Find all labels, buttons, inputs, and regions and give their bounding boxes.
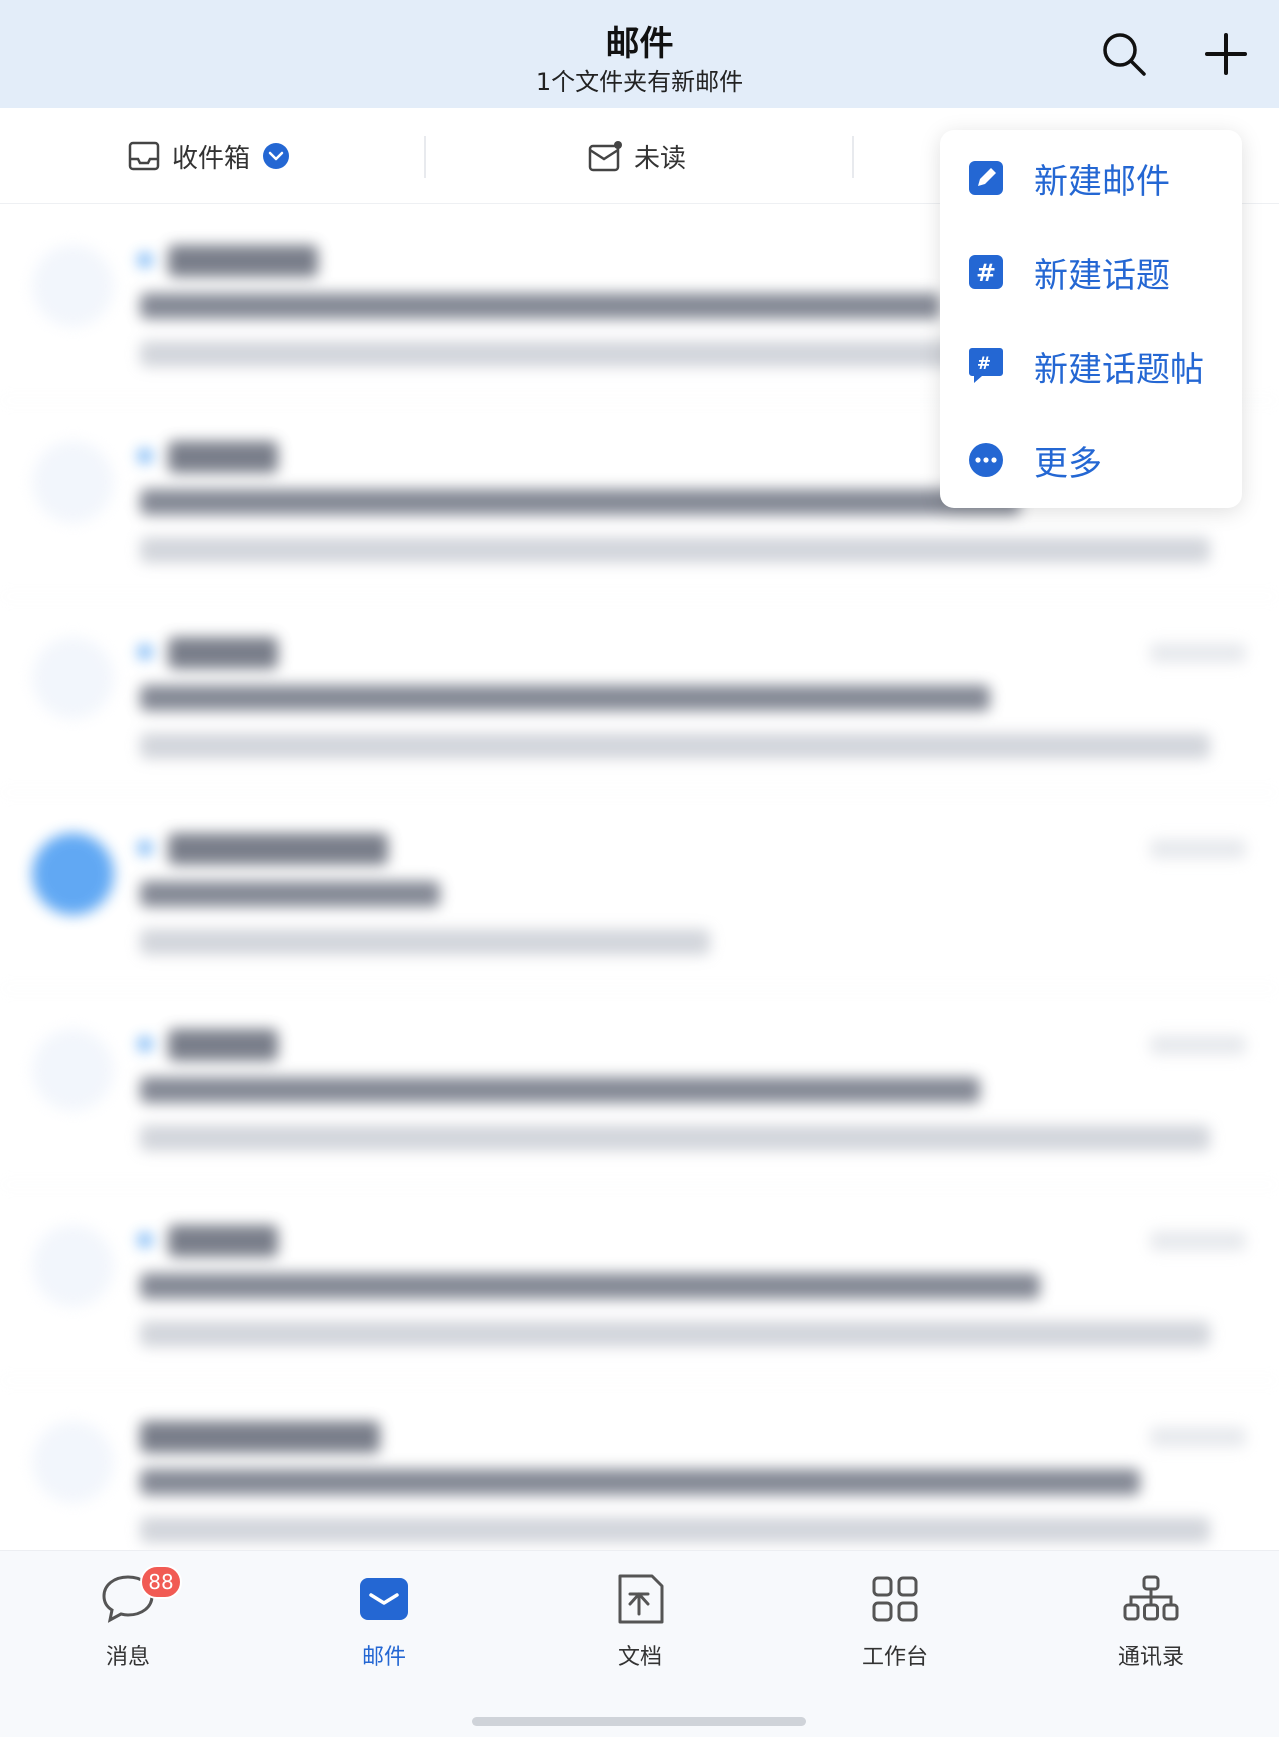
avatar xyxy=(32,833,114,915)
mail-preview xyxy=(140,1125,1210,1151)
mail-preview xyxy=(140,1517,1210,1543)
list-item[interactable] xyxy=(0,793,1279,989)
plus-icon xyxy=(1205,33,1247,75)
tab-label: 消息 xyxy=(105,1645,150,1670)
unread-badge: 88 xyxy=(140,1565,182,1599)
menu-item-new-topic-post[interactable]: # 新建话题帖 xyxy=(940,326,1242,406)
mail-subject xyxy=(140,881,440,907)
mail-preview xyxy=(140,537,1210,563)
svg-text:#: # xyxy=(977,354,991,374)
unread-dot xyxy=(138,645,152,659)
more-icon xyxy=(968,442,1004,478)
avatar xyxy=(32,1029,114,1111)
mail-preview xyxy=(140,733,1210,759)
unread-dot xyxy=(138,1037,152,1051)
tab-label: 通讯录 xyxy=(1117,1645,1184,1670)
mail-time xyxy=(1150,1427,1246,1447)
avatar xyxy=(32,441,114,523)
tab-workbench[interactable]: 工作台 xyxy=(830,1571,960,1681)
tab-label: 邮件 xyxy=(361,1645,406,1670)
tab-mail[interactable]: 邮件 xyxy=(319,1571,449,1681)
sender-name xyxy=(168,637,278,669)
mail-preview xyxy=(140,1321,1210,1347)
chevron-down-icon xyxy=(263,143,290,169)
mail-subject xyxy=(140,489,1020,515)
sender-name xyxy=(168,245,318,277)
app-header: 邮件 1个文件夹有新邮件 xyxy=(0,0,1279,108)
list-item[interactable] xyxy=(0,597,1279,793)
search-button[interactable] xyxy=(1098,28,1150,80)
tab-label: 文档 xyxy=(617,1645,662,1670)
inbox-filter[interactable]: 收件箱 xyxy=(128,136,290,176)
mail-time xyxy=(1150,643,1246,663)
mail-preview xyxy=(140,341,970,367)
avatar xyxy=(32,1421,114,1503)
list-item[interactable] xyxy=(0,1185,1279,1381)
unread-mail-icon xyxy=(588,141,622,172)
mail-preview xyxy=(140,929,710,955)
unread-dot xyxy=(138,253,152,267)
unread-dot xyxy=(138,1233,152,1247)
bottom-tab-bar: 88 消息 邮件 文档 工作台 通讯录 xyxy=(0,1550,1279,1737)
sender-name xyxy=(168,1029,278,1061)
menu-label: 新建话题帖 xyxy=(1034,349,1204,390)
org-chart-icon xyxy=(1123,1575,1179,1621)
sender-name xyxy=(168,1225,278,1257)
menu-item-new-topic[interactable]: # 新建话题 xyxy=(940,232,1242,312)
tab-label: 工作台 xyxy=(861,1645,928,1670)
page-subtitle: 1个文件夹有新邮件 xyxy=(535,68,744,96)
mail-subject xyxy=(140,293,940,319)
inbox-label: 收件箱 xyxy=(172,143,251,174)
compose-icon xyxy=(968,160,1004,196)
mail-subject xyxy=(140,1273,1040,1299)
unread-dot xyxy=(138,841,152,855)
add-button[interactable] xyxy=(1200,28,1252,80)
filter-divider xyxy=(852,136,854,178)
menu-label: 新建邮件 xyxy=(1034,161,1170,202)
mail-time xyxy=(1150,839,1246,859)
inbox-icon xyxy=(128,141,160,171)
menu-label: 新建话题 xyxy=(1034,255,1170,296)
mail-time xyxy=(1150,1231,1246,1251)
avatar xyxy=(32,245,114,327)
tab-contacts[interactable]: 通讯录 xyxy=(1086,1571,1216,1681)
unread-filter[interactable]: 未读 xyxy=(588,136,686,176)
topic-post-icon: # xyxy=(968,348,1004,384)
sender-name xyxy=(140,1421,380,1453)
grid-icon xyxy=(872,1576,918,1622)
tab-messages[interactable]: 88 消息 xyxy=(63,1565,193,1681)
unread-dot xyxy=(138,449,152,463)
page-title: 邮件 xyxy=(605,24,674,64)
document-icon xyxy=(618,1574,664,1624)
sender-name xyxy=(168,441,278,473)
svg-text:#: # xyxy=(976,259,996,287)
unread-label: 未读 xyxy=(634,143,687,174)
sender-name xyxy=(168,833,388,865)
mail-subject xyxy=(140,685,990,711)
mail-subject xyxy=(140,1077,980,1103)
home-indicator[interactable] xyxy=(472,1717,806,1726)
list-item[interactable] xyxy=(0,1381,1279,1577)
search-icon xyxy=(1103,33,1146,76)
list-item[interactable] xyxy=(0,989,1279,1185)
menu-item-more[interactable]: 更多 xyxy=(940,420,1242,500)
mail-time xyxy=(1150,1035,1246,1055)
menu-item-new-mail[interactable]: 新建邮件 xyxy=(940,138,1242,218)
tab-docs[interactable]: 文档 xyxy=(575,1571,705,1681)
hashtag-icon: # xyxy=(968,254,1004,290)
mail-icon xyxy=(360,1578,408,1620)
avatar xyxy=(32,1225,114,1307)
avatar xyxy=(32,637,114,719)
mail-subject xyxy=(140,1469,1140,1495)
filter-divider xyxy=(424,136,426,178)
menu-label: 更多 xyxy=(1034,443,1102,484)
create-menu: 新建邮件 # 新建话题 # 新建话题帖 更多 xyxy=(940,130,1242,508)
